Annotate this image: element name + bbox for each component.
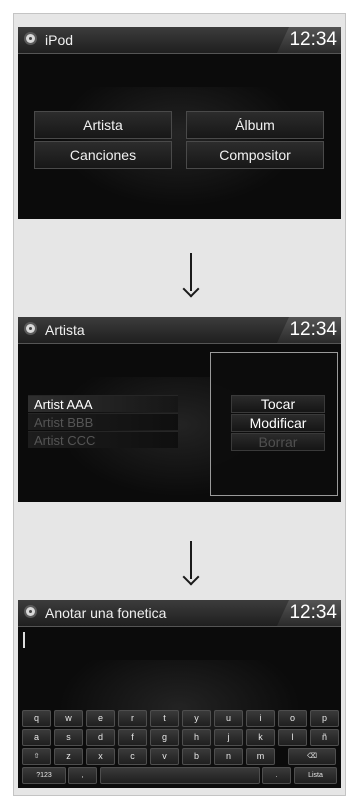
down-arrow-icon — [182, 253, 202, 298]
tocar-button[interactable]: Tocar — [231, 395, 325, 413]
settings-icon — [26, 607, 35, 616]
key[interactable]: ñ — [310, 729, 339, 746]
key[interactable]: u — [214, 710, 243, 727]
key[interactable]: g — [150, 729, 179, 746]
modificar-button[interactable]: Modificar — [231, 414, 325, 432]
key[interactable]: m — [246, 748, 275, 765]
phonetic-screen: Anotar una fonetica 12:34 qwertyuiop asdf… — [18, 600, 341, 788]
key[interactable]: b — [182, 748, 211, 765]
key[interactable]: o — [278, 710, 307, 727]
clock: 12:34 — [277, 600, 341, 626]
key[interactable]: s — [54, 729, 83, 746]
key[interactable]: i — [246, 710, 275, 727]
key[interactable]: d — [86, 729, 115, 746]
key[interactable]: y — [182, 710, 211, 727]
artista-screen: Artista 12:34 Artist AAA Artist BBB Arti… — [18, 317, 341, 502]
settings-icon — [26, 324, 35, 333]
key[interactable]: v — [150, 748, 179, 765]
compositor-button[interactable]: Compositor — [186, 141, 324, 169]
key[interactable]: n — [214, 748, 243, 765]
key[interactable]: z — [54, 748, 83, 765]
list-item[interactable]: Artist BBB — [28, 413, 178, 430]
backspace-key[interactable]: ⌫ — [288, 748, 336, 765]
key[interactable]: x — [86, 748, 115, 765]
key[interactable]: r — [118, 710, 147, 727]
options-popup: Tocar Modificar Borrar — [210, 352, 338, 496]
key[interactable]: f — [118, 729, 147, 746]
screen-title: iPod — [45, 32, 74, 48]
key[interactable]: e — [86, 710, 115, 727]
key[interactable]: t — [150, 710, 179, 727]
key[interactable]: a — [22, 729, 51, 746]
title-bar: iPod 12:34 — [18, 27, 341, 54]
numbers-key[interactable]: ?123 — [22, 767, 66, 784]
down-arrow-icon — [182, 541, 202, 586]
space-key[interactable] — [100, 767, 260, 784]
borrar-button[interactable]: Borrar — [231, 433, 325, 451]
key[interactable]: h — [182, 729, 211, 746]
canciones-button[interactable]: Canciones — [34, 141, 172, 169]
album-button[interactable]: Álbum — [186, 111, 324, 139]
key[interactable]: j — [214, 729, 243, 746]
list-item[interactable]: Artist AAA — [28, 395, 178, 412]
clock: 12:34 — [277, 317, 341, 343]
clock: 12:34 — [277, 27, 341, 53]
key[interactable]: l — [278, 729, 307, 746]
shift-key[interactable]: ⇧ — [22, 748, 51, 765]
screen-title: Artista — [45, 322, 85, 338]
title-bar: Anotar una fonetica 12:34 — [18, 600, 341, 627]
list-item[interactable]: Artist CCC — [28, 431, 178, 448]
key[interactable]: c — [118, 748, 147, 765]
period-key[interactable]: . — [262, 767, 291, 784]
key[interactable]: q — [22, 710, 51, 727]
on-screen-keyboard: q w e r t y u i o p a s d f g h j k l ñ ⇧ z x c v b n m ⌫ ?123,. Lista — [18, 710, 341, 788]
key[interactable]: k — [246, 729, 275, 746]
text-cursor — [23, 632, 25, 648]
settings-icon — [26, 34, 35, 43]
key[interactable]: w — [54, 710, 83, 727]
artista-button[interactable]: Artista — [34, 111, 172, 139]
screen-title: Anotar una fonetica — [45, 605, 167, 621]
comma-key[interactable]: , — [68, 767, 97, 784]
title-bar: Artista 12:34 — [18, 317, 341, 344]
lista-key[interactable]: Lista — [294, 767, 337, 784]
ipod-screen: iPod 12:34 Artista Álbum Canciones Compo… — [18, 27, 341, 219]
key[interactable]: p — [310, 710, 339, 727]
